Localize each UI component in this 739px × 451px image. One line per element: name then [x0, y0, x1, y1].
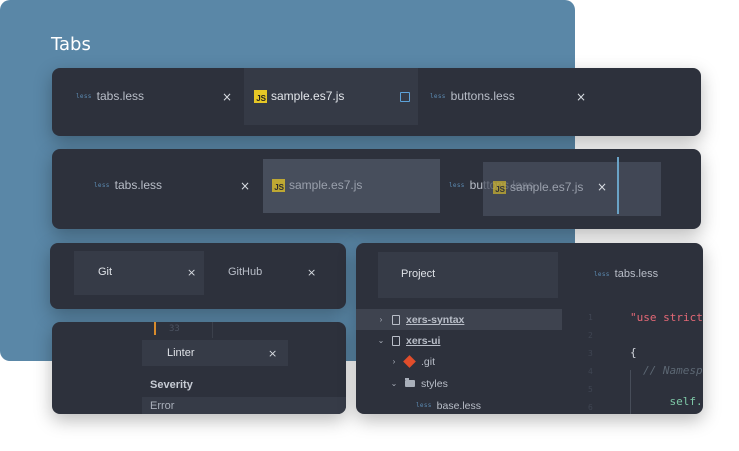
- line-number: 2: [588, 331, 593, 340]
- close-icon[interactable]: ×: [240, 179, 250, 193]
- close-icon[interactable]: ×: [268, 347, 277, 360]
- tab-linter[interactable]: [142, 340, 288, 366]
- tab-sample-es7-dragging[interactable]: JS sample.es7.js: [272, 178, 362, 192]
- git-panel: Git × GitHub ×: [50, 243, 346, 309]
- git-icon: [403, 355, 416, 368]
- close-icon[interactable]: ×: [222, 90, 232, 104]
- severity-column-header[interactable]: Severity: [142, 375, 346, 396]
- tab-buttons-less[interactable]: less buttons.less: [430, 89, 515, 103]
- tab-label: Linter: [167, 347, 195, 359]
- tab-label: buttons.less: [450, 89, 515, 103]
- tree-item-git[interactable]: › .git: [356, 351, 435, 372]
- tree-item-label: base.less: [436, 399, 482, 412]
- tab-sample-es7[interactable]: JS sample.es7.js: [254, 89, 344, 103]
- tab-label: Git: [98, 266, 113, 278]
- less-file-icon: less: [449, 181, 465, 189]
- modified-indicator-icon[interactable]: [400, 92, 410, 102]
- folder-icon: [405, 378, 415, 387]
- tab-tabs-less[interactable]: less tabs.less: [76, 89, 144, 103]
- tree-item-label: xers-ui: [406, 334, 441, 347]
- close-icon[interactable]: ×: [187, 266, 196, 279]
- tab-label: sample.es7.js: [510, 180, 584, 194]
- tree-item-label: .git: [421, 355, 436, 368]
- tab-label: Project: [401, 268, 436, 280]
- drop-indicator: [617, 157, 619, 214]
- code-line-brace: {: [630, 346, 637, 359]
- section-title: Tabs: [51, 34, 91, 55]
- tab-label: tabs.less: [96, 89, 145, 103]
- git-diff-marker: [154, 322, 156, 335]
- less-file-icon: less: [416, 402, 432, 409]
- tab-sample-es7-preview[interactable]: JS sample.es7.js: [493, 180, 583, 194]
- tab-label: tabs.less: [614, 268, 659, 280]
- close-icon[interactable]: ×: [576, 90, 586, 104]
- tab-label: sample.es7.js: [289, 178, 363, 192]
- js-file-icon: JS: [272, 178, 285, 192]
- close-icon[interactable]: ×: [307, 266, 316, 279]
- chevron-right-icon[interactable]: ›: [376, 315, 386, 324]
- chevron-down-icon[interactable]: ⌄: [376, 336, 386, 345]
- tree-item-base-less[interactable]: less base.less: [356, 395, 481, 414]
- tab-bar-dragging: less tabs.less × JS sample.es7.js less b…: [52, 149, 701, 229]
- less-file-icon: less: [76, 92, 92, 100]
- chevron-down-icon[interactable]: ⌄: [389, 379, 399, 388]
- severity-cell[interactable]: Error: [142, 397, 346, 414]
- code-line-string: "use strict": [630, 311, 703, 324]
- tab-project-label[interactable]: Project: [401, 268, 435, 280]
- repo-icon: [392, 314, 400, 325]
- tab-git-active[interactable]: [74, 251, 204, 295]
- tab-github[interactable]: GitHub: [228, 266, 262, 278]
- js-file-icon: JS: [254, 89, 267, 103]
- line-number: 6: [588, 403, 593, 412]
- indent-guide: [630, 370, 631, 414]
- tab-git[interactable]: Git: [98, 266, 112, 278]
- tab-editor-tabs-less[interactable]: less tabs.less: [594, 268, 658, 280]
- code-line-comment: // Namesp: [643, 364, 703, 377]
- tab-label: sample.es7.js: [271, 89, 345, 103]
- line-number: 1: [588, 313, 593, 322]
- tab-linter-label[interactable]: Linter: [167, 347, 195, 359]
- tree-item-label: xers-syntax: [406, 313, 465, 326]
- tree-item-xers-syntax[interactable]: › xers-syntax: [356, 309, 562, 330]
- code-line-statement: self.Via =: [643, 382, 704, 414]
- js-file-icon: JS: [493, 180, 506, 194]
- project-panel: Project less tabs.less › xers-syntax ⌄ x…: [356, 243, 703, 414]
- line-number: 4: [588, 367, 593, 376]
- linter-panel: 33 Linter × Severity Error: [52, 322, 346, 414]
- less-file-icon: less: [594, 270, 610, 278]
- chevron-right-icon[interactable]: ›: [389, 357, 399, 366]
- line-number: 5: [588, 385, 593, 394]
- less-file-icon: less: [94, 181, 110, 189]
- tree-item-label: styles: [421, 377, 448, 390]
- tree-item-xers-ui[interactable]: ⌄ xers-ui: [356, 330, 441, 351]
- close-icon[interactable]: ×: [597, 180, 607, 194]
- tab-bar-default: less tabs.less × JS sample.es7.js less b…: [52, 68, 701, 136]
- tab-label: tabs.less: [114, 178, 163, 192]
- line-number: 33: [169, 324, 180, 334]
- line-number: 3: [588, 349, 593, 358]
- code-keyword: self.: [669, 395, 703, 408]
- repo-icon: [392, 335, 400, 346]
- tree-item-styles[interactable]: ⌄ styles: [356, 373, 448, 394]
- tab-tabs-less[interactable]: less tabs.less: [94, 178, 162, 192]
- tab-label: GitHub: [228, 266, 263, 278]
- divider: [212, 322, 213, 338]
- less-file-icon: less: [430, 92, 446, 100]
